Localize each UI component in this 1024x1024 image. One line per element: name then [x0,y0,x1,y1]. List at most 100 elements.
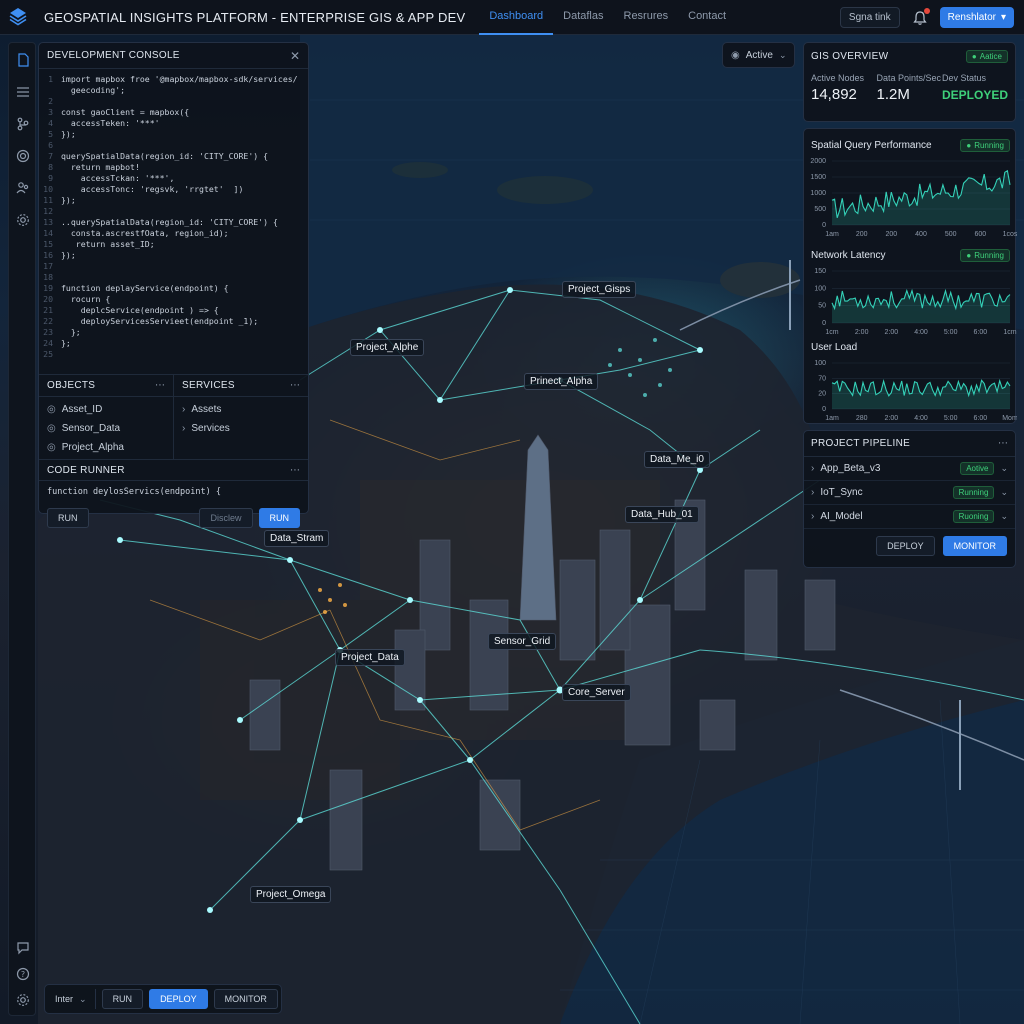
nav-resrures[interactable]: Resrures [614,0,679,35]
line-number: 24 [43,338,53,348]
bottom-monitor-button[interactable]: MONITOR [213,989,278,1009]
code-line: geecoding'; [39,85,308,96]
pipeline-status-badge: Aotive [960,462,995,475]
service-item[interactable]: › Services [174,419,308,438]
map-label-prinect-alpha[interactable]: Prinect_Alpha [524,373,599,390]
chevron-down-icon[interactable]: ⌄ [1000,511,1008,522]
object-item[interactable]: ◎ Project_Alpha [39,438,173,457]
settings-icon[interactable] [15,212,31,228]
map-label-sensor-grid[interactable]: Sensor_Grid [488,633,557,650]
font-select[interactable]: Inter ⌄ [51,989,96,1009]
chevron-down-icon[interactable]: ⌄ [1000,463,1008,474]
branch-icon[interactable] [15,116,31,132]
code-editor[interactable]: 1 import mapbox froe '@mapbox/mapbox-sdk/… [39,69,308,374]
object-item[interactable]: ◎ Sensor_Data [39,419,173,438]
stat-label: Active Nodes [811,73,865,83]
target-icon[interactable] [15,148,31,164]
users-icon[interactable] [15,180,31,196]
map-label-project-alphe[interactable]: Project_Alphe [350,339,425,356]
line-number: 14 [43,228,53,238]
status-dot-icon: ● [966,140,972,150]
code-text: accessTonc: 'regsvk, 'rrgtet' ]) [61,184,244,194]
signal-button[interactable]: Sgna tink [839,7,900,28]
help-icon[interactable]: ? [15,966,31,982]
more-icon[interactable]: ⋯ [290,465,300,476]
chevron-down-icon[interactable]: ⌄ [1000,487,1008,498]
status-badge: ● Running [960,248,1010,262]
app-title: GEOSPATIAL INSIGHTS PLATFORM - ENTERPRIS… [44,9,466,25]
app-logo[interactable] [0,0,36,35]
run-small-button[interactable]: RUN [47,508,89,528]
chat-icon[interactable] [15,940,31,956]
gear-icon[interactable] [15,992,31,1008]
code-line: 13 ..querySpatialData(region_id: 'CITY_CO… [39,217,308,228]
close-icon[interactable]: ✕ [290,49,300,63]
pipeline-item[interactable]: › AI_Model Ruoning ⌄ [804,505,1015,529]
nav-dashboard[interactable]: Dashboard [479,0,554,35]
code-text: deployServicesServieet(endpoint _1); [61,316,259,326]
user-menu-button[interactable]: Renshlator ▾ [939,7,1014,28]
chart-title: Spatial Query Performance [811,139,932,151]
pipeline-item[interactable]: › App_Beta_v3 Aotive ⌄ [804,457,1015,481]
code-text: import mapbox froe '@mapbox/mapbox-sdk/s… [61,74,298,84]
service-item[interactable]: › Assets [174,400,308,419]
console-title: DEVELOPMENT CONSOLE [47,50,180,61]
code-line: 24}; [39,338,308,349]
active-dropdown[interactable]: ◉ Active ⌄ [722,42,795,68]
pipeline-item-name: IoT_Sync [820,487,863,498]
map-label-data-me[interactable]: Data_Me_i0 [644,451,710,468]
user-load-chart: 100 70 20 0 1am 280 2:00 4:00 5:00 6:00 Mom [814,360,1018,422]
line-number: 11 [43,195,53,205]
code-line: 5}); [39,129,308,140]
code-line: 9 accessTckan: '***', [39,173,308,184]
map-label-project-gisps[interactable]: Project_Gisps [562,281,637,298]
code-line: 22 deployServicesServieet(endpoint _1); [39,316,308,327]
chevron-right-icon: › [811,487,815,498]
chevron-right-icon: › [182,423,186,434]
map-label-data-hub[interactable]: Data_Hub_01 [625,506,699,523]
pipeline-item[interactable]: › IoT_Sync Running ⌄ [804,481,1015,505]
object-label: Asset_ID [61,404,103,415]
disclose-button[interactable]: Disclew [199,508,253,528]
bottom-deploy-button[interactable]: DEPLOY [149,989,208,1009]
bottom-run-button[interactable]: RUN [101,989,144,1009]
top-header: GEOSPATIAL INSIGHTS PLATFORM - ENTERPRIS… [0,0,1024,35]
stat-data-points: Data Points/Sec 1.2M [877,73,943,103]
map-label-project-omega[interactable]: Project_Omega [250,886,332,903]
more-icon[interactable]: ⋯ [155,380,165,391]
code-line: 17 [39,261,308,272]
code-text: querySpatialData(region_id: 'CITY_CORE')… [61,151,269,161]
stat-label: Data Points/Sec [876,73,942,83]
code-runner-input[interactable]: function deylosServics(endpoint) { [39,481,308,503]
code-line: 2 [39,96,308,107]
y-tick-label: 1000 [810,190,826,197]
line-number: 16 [43,250,53,260]
objects-panel: OBJECTS ⋯ ◎ Asset_ID ◎ Sensor_Data ◎ Projec… [39,375,173,459]
deploy-button[interactable]: DEPLOY [876,536,935,556]
nav-contact[interactable]: Contact [678,0,736,35]
more-icon[interactable]: ⋯ [998,438,1008,449]
stat-dev-status: Dev Status DEPLOYED [942,73,1008,103]
nav-dataflas[interactable]: Dataflas [553,0,613,35]
run-button[interactable]: RUN [258,508,300,528]
map-label-core-server[interactable]: Core_Server [562,684,631,701]
code-runner-title: CODE RUNNER [47,464,125,476]
code-line: 14 consta.ascrestfOata, region_id); [39,228,308,239]
monitor-button[interactable]: MONITOR [942,536,1007,556]
header-actions: Sgna tink Renshlator ▾ [839,0,1014,35]
console-header: DEVELOPMENT CONSOLE ✕ [39,43,308,69]
code-runner-actions: RUN Disclew RUN [39,503,308,533]
code-text: }); [61,250,76,260]
object-icon: ◎ [47,442,56,453]
document-icon[interactable] [15,52,31,68]
line-number: 2 [48,96,53,106]
line-number: 1 [48,74,53,84]
map-label-project-data[interactable]: Project_Data [335,649,405,666]
notifications-button[interactable] [912,7,930,26]
object-item[interactable]: ◎ Asset_ID [39,400,173,419]
more-icon[interactable]: ⋯ [290,380,300,391]
line-number: 12 [43,206,53,216]
line-number: 19 [43,283,53,293]
list-icon[interactable] [15,84,31,100]
code-line: 1 import mapbox froe '@mapbox/mapbox-sdk/… [39,74,308,85]
